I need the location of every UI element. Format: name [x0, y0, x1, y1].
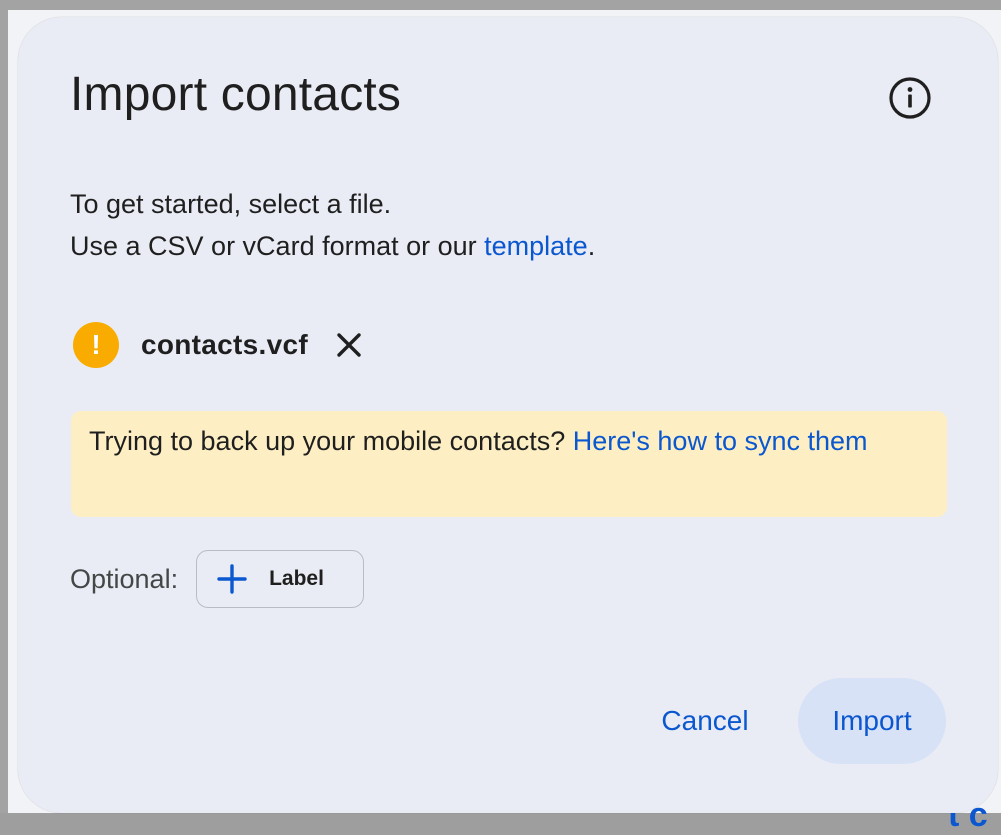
warning-glyph: !	[91, 329, 101, 360]
intro-line-2-suffix: .	[587, 231, 596, 261]
dialog-title: Import contacts	[70, 68, 402, 121]
intro-text: To get started, select a file. Use a CSV…	[70, 183, 595, 267]
intro-line-2-prefix: Use a CSV or vCard format or our	[70, 231, 485, 261]
sync-info-banner: Trying to back up your mobile contacts? …	[71, 411, 947, 517]
close-icon[interactable]	[332, 328, 366, 362]
optional-label-row: Optional: Label	[70, 549, 365, 609]
template-link[interactable]: template	[484, 231, 588, 261]
warning-icon: !	[73, 322, 119, 368]
selected-file-row: ! contacts.vcf	[73, 321, 366, 369]
intro-line-2: Use a CSV or vCard format or our templat…	[70, 225, 595, 267]
banner-text: Trying to back up your mobile contacts?	[89, 426, 573, 456]
optional-label: Optional:	[70, 563, 179, 594]
add-label-text: Label	[269, 567, 324, 590]
info-icon[interactable]	[886, 74, 934, 122]
sync-how-to-link[interactable]: Here's how to sync them	[573, 426, 868, 456]
add-label-button[interactable]: Label	[196, 550, 365, 608]
import-button[interactable]: Import	[798, 678, 946, 764]
import-contacts-dialog: Import contacts To get started, select a…	[18, 17, 998, 813]
plus-icon	[217, 564, 247, 594]
file-name: contacts.vcf	[141, 329, 308, 360]
intro-line-1: To get started, select a file.	[70, 189, 392, 219]
cancel-button[interactable]: Cancel	[640, 689, 770, 753]
